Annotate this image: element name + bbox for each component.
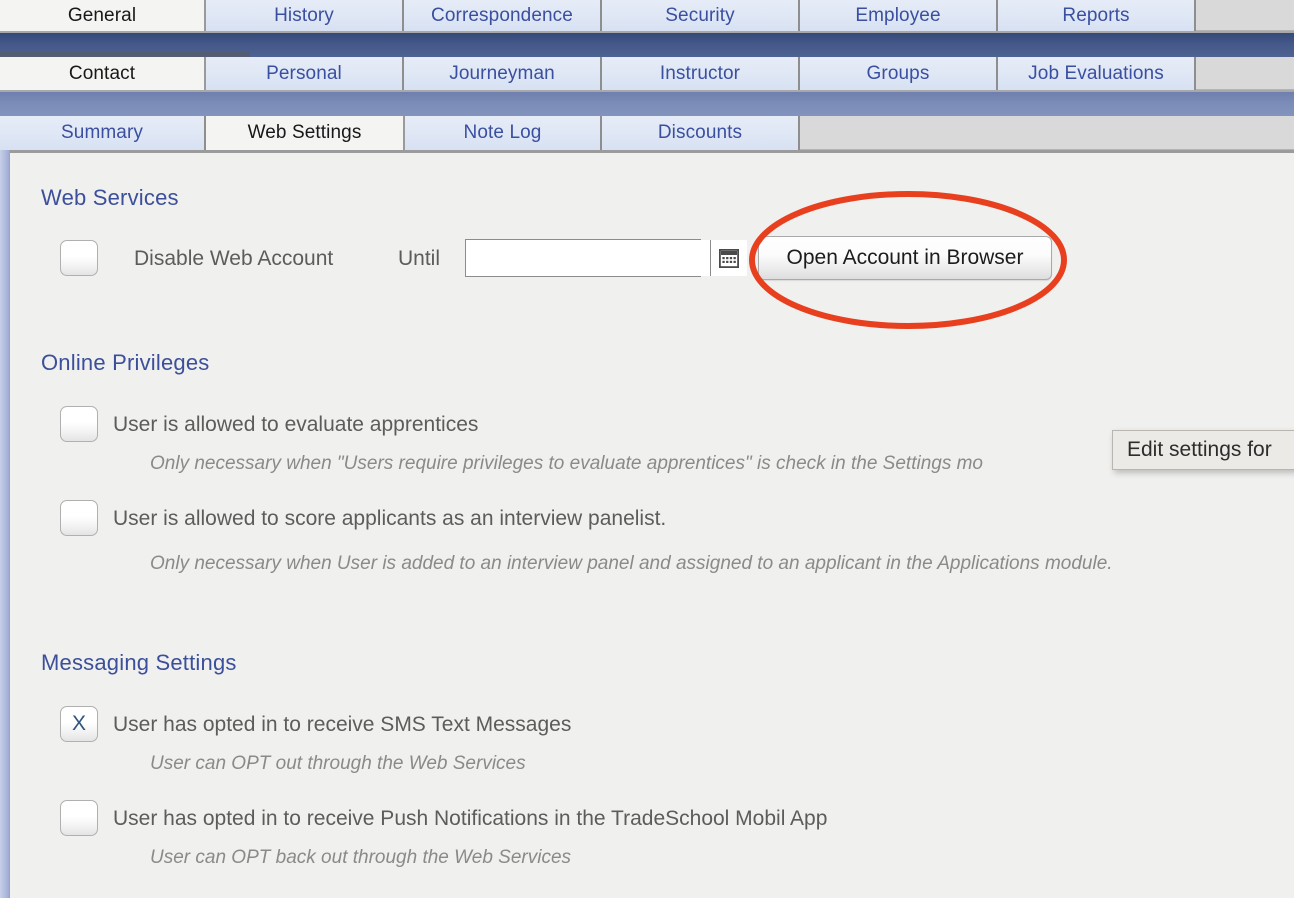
calendar-icon	[719, 249, 739, 268]
subsection-tab-bar-filler	[1196, 57, 1294, 90]
label-push-notifications-opt-in: User has opted in to receive Push Notifi…	[113, 807, 827, 831]
subsection-tab-bar: Contact Personal Journeyman Instructor G…	[0, 57, 1294, 90]
tab-label: Contact	[69, 63, 135, 85]
detail-tab-bar: Summary Web Settings Note Log Discounts	[0, 116, 1294, 150]
tab-label: Journeyman	[449, 63, 555, 85]
web-settings-content: Web Services Disable Web Account Until	[10, 150, 1294, 898]
section-title-web-services: Web Services	[41, 185, 179, 211]
tab-note-log[interactable]: Note Log	[405, 116, 602, 150]
tab-label: Web Settings	[248, 122, 362, 144]
tab-employee[interactable]: Employee	[800, 0, 998, 31]
tab-reports[interactable]: Reports	[998, 0, 1196, 31]
until-date-input[interactable]	[466, 240, 710, 276]
hint-interview-panelist: Only necessary when User is added to an …	[150, 553, 1113, 575]
module-tab-bar: General History Correspondence Security …	[0, 0, 1294, 31]
tab-separator-dark-wrap	[0, 31, 1294, 57]
checkbox-push-notifications-opt-in[interactable]	[60, 800, 98, 836]
calendar-picker-button[interactable]	[710, 240, 747, 276]
module-tab-bar-filler	[1196, 0, 1294, 31]
tab-security[interactable]: Security	[602, 0, 800, 31]
tab-label: Summary	[61, 122, 143, 144]
tooltip-text: Edit settings for	[1127, 438, 1272, 461]
checkbox-sms-opt-in[interactable]: X	[60, 706, 98, 742]
tab-separator-dark	[0, 31, 1294, 57]
tab-job-evaluations[interactable]: Job Evaluations	[998, 57, 1196, 90]
tab-label: Discounts	[658, 122, 742, 144]
checkbox-interview-panelist[interactable]	[60, 500, 98, 536]
tab-label: Groups	[867, 63, 930, 85]
checkbox-disable-web-account[interactable]	[60, 240, 98, 276]
tab-contact[interactable]: Contact	[0, 57, 206, 90]
tab-general[interactable]: General	[0, 0, 206, 31]
tab-discounts[interactable]: Discounts	[602, 116, 800, 150]
checkbox-evaluate-apprentices[interactable]	[60, 406, 98, 442]
tab-instructor[interactable]: Instructor	[602, 57, 800, 90]
detail-tab-bar-filler	[800, 116, 1294, 150]
label-until: Until	[398, 247, 440, 271]
tab-label: Job Evaluations	[1028, 63, 1164, 85]
tab-label: Instructor	[660, 63, 740, 85]
tab-web-settings[interactable]: Web Settings	[206, 116, 405, 150]
tab-label: Personal	[266, 63, 342, 85]
tab-label: History	[274, 5, 334, 27]
web-settings-panel: Web Services Disable Web Account Until	[0, 150, 1294, 898]
tab-label: Note Log	[464, 122, 542, 144]
button-label: Open Account in Browser	[787, 246, 1024, 270]
tab-personal[interactable]: Personal	[206, 57, 404, 90]
label-interview-panelist: User is allowed to score applicants as a…	[113, 507, 666, 531]
tab-label: Reports	[1062, 5, 1129, 27]
application-window: General History Correspondence Security …	[0, 0, 1294, 898]
open-account-in-browser-button[interactable]: Open Account in Browser	[758, 236, 1052, 280]
tooltip-edit-settings: Edit settings for	[1112, 430, 1294, 470]
tab-history[interactable]: History	[206, 0, 404, 31]
section-title-online-privileges: Online Privileges	[41, 350, 209, 376]
label-disable-web-account: Disable Web Account	[134, 247, 333, 271]
tab-separator-light	[0, 90, 1294, 116]
checkbox-mark: X	[72, 712, 86, 736]
tab-label: General	[68, 5, 136, 27]
hint-push-notifications-opt-in: User can OPT back out through the Web Se…	[150, 847, 571, 869]
hint-sms-opt-in: User can OPT out through the Web Service…	[150, 753, 526, 775]
tab-summary[interactable]: Summary	[0, 116, 206, 150]
until-date-field[interactable]	[465, 239, 701, 277]
section-title-messaging-settings: Messaging Settings	[41, 650, 237, 676]
label-evaluate-apprentices: User is allowed to evaluate apprentices	[113, 413, 478, 437]
tab-correspondence[interactable]: Correspondence	[404, 0, 602, 31]
left-rail	[0, 150, 10, 898]
tab-label: Security	[665, 5, 734, 27]
tab-label: Correspondence	[431, 5, 573, 27]
hint-evaluate-apprentices: Only necessary when "Users require privi…	[150, 453, 983, 475]
label-sms-opt-in: User has opted in to receive SMS Text Me…	[113, 713, 571, 737]
tab-separator-light-wrap	[0, 90, 1294, 116]
tab-label: Employee	[855, 5, 940, 27]
tab-journeyman[interactable]: Journeyman	[404, 57, 602, 90]
tab-groups[interactable]: Groups	[800, 57, 998, 90]
